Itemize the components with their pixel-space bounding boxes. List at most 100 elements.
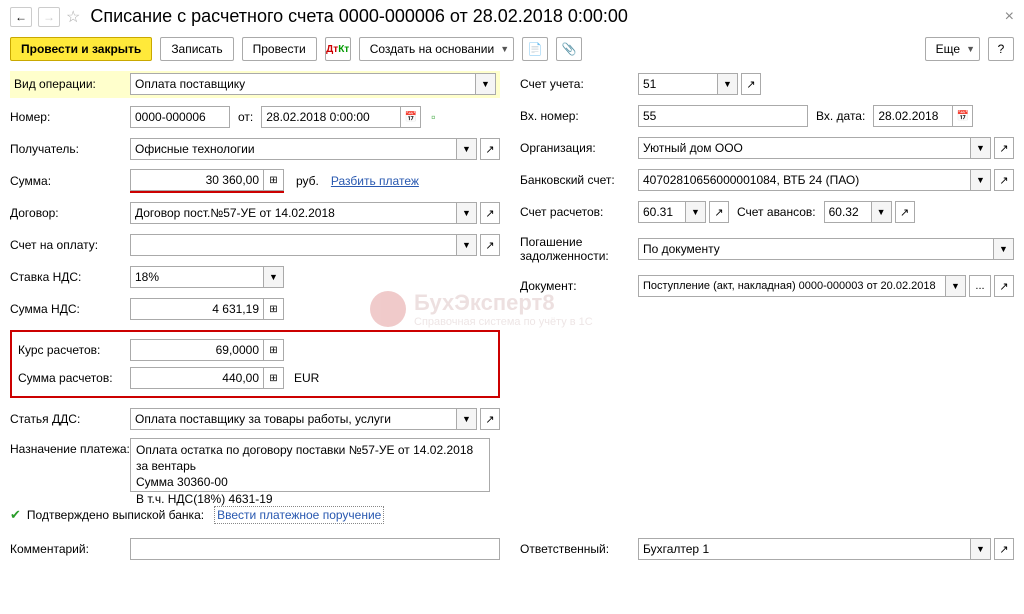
calculator-icon[interactable]: ⊞ xyxy=(264,169,284,191)
rate-label: Курс расчетов: xyxy=(18,343,130,357)
open-icon[interactable]: ↗ xyxy=(895,201,915,223)
split-payment-link[interactable]: Разбить платеж xyxy=(331,174,419,188)
save-button[interactable]: Записать xyxy=(160,37,233,61)
contract-label: Договор: xyxy=(10,206,130,220)
from-label: от: xyxy=(238,110,253,124)
responsible-label: Ответственный: xyxy=(520,542,638,556)
dropdown-arrow-icon[interactable]: ▼ xyxy=(971,137,991,159)
advance-acc-select[interactable]: 60.32 xyxy=(824,201,872,223)
calc-sum-label: Сумма расчетов: xyxy=(18,371,130,385)
org-select[interactable]: Уютный дом ООО xyxy=(638,137,971,159)
dt-kt-button[interactable]: ДтКт xyxy=(325,37,351,61)
checkbox-icon[interactable]: ✔ xyxy=(10,507,21,523)
dropdown-arrow-icon[interactable]: ▼ xyxy=(971,538,991,560)
doc-select[interactable]: Поступление (акт, накладная) 0000-000003… xyxy=(638,275,946,297)
open-icon[interactable]: ↗ xyxy=(994,169,1014,191)
dropdown-arrow-icon[interactable]: ▼ xyxy=(718,73,738,95)
open-icon[interactable]: ↗ xyxy=(994,538,1014,560)
attach-button[interactable]: 📎 xyxy=(556,37,582,61)
calc-sum-input[interactable]: 440,00 xyxy=(130,367,264,389)
status-icon: ▫ xyxy=(431,110,435,124)
contract-select[interactable]: Договор пост.№57-УЕ от 14.02.2018 xyxy=(130,202,457,224)
dropdown-arrow-icon[interactable]: ▼ xyxy=(994,238,1014,260)
invoice-select[interactable] xyxy=(130,234,457,256)
in-date-label: Вх. дата: xyxy=(816,109,865,123)
bank-acc-label: Банковский счет: xyxy=(520,173,638,187)
advance-acc-label: Счет авансов: xyxy=(737,205,816,219)
dropdown-arrow-icon[interactable]: ▼ xyxy=(457,202,477,224)
calendar-icon[interactable]: 📅 xyxy=(401,106,421,128)
in-number-label: Вх. номер: xyxy=(520,109,638,123)
print-button[interactable]: 📄 xyxy=(522,37,548,61)
in-date-input[interactable]: 28.02.2018 xyxy=(873,105,953,127)
submit-button[interactable]: Провести xyxy=(242,37,317,61)
open-icon[interactable]: ↗ xyxy=(480,202,500,224)
account-select[interactable]: 51 xyxy=(638,73,718,95)
enter-order-link[interactable]: Ввести платежное поручение xyxy=(214,506,384,524)
in-number-input[interactable]: 55 xyxy=(638,105,808,127)
purpose-label: Назначение платежа: xyxy=(10,438,130,456)
vat-sum-input[interactable]: 4 631,19 xyxy=(130,298,264,320)
open-icon[interactable]: ↗ xyxy=(741,73,761,95)
nav-forward-button[interactable]: → xyxy=(38,7,60,27)
invoice-label: Счет на оплату: xyxy=(10,238,130,252)
dropdown-arrow-icon[interactable]: ▼ xyxy=(872,201,892,223)
open-icon[interactable]: ↗ xyxy=(480,138,500,160)
calculator-icon[interactable]: ⊞ xyxy=(264,339,284,361)
chevron-down-icon: ▼ xyxy=(966,44,975,54)
date-input[interactable]: 28.02.2018 0:00:00 xyxy=(261,106,401,128)
account-label: Счет учета: xyxy=(520,77,638,91)
vat-rate-select[interactable]: 18% xyxy=(130,266,264,288)
dropdown-arrow-icon[interactable]: ▼ xyxy=(264,266,284,288)
create-based-button[interactable]: Создать на основании▼ xyxy=(359,37,514,61)
dropdown-arrow-icon[interactable]: ▼ xyxy=(971,169,991,191)
dropdown-arrow-icon[interactable]: ▼ xyxy=(457,408,477,430)
favorite-icon[interactable]: ☆ xyxy=(66,7,80,27)
page-title: Списание с расчетного счета 0000-000006 … xyxy=(90,6,628,27)
currency-label: руб. xyxy=(296,174,319,188)
nav-back-button[interactable]: ← xyxy=(10,7,32,27)
help-button[interactable]: ? xyxy=(988,37,1014,61)
dropdown-arrow-icon[interactable]: ▼ xyxy=(946,275,966,297)
settle-acc-label: Счет расчетов: xyxy=(520,205,638,219)
close-icon[interactable]: × xyxy=(1005,8,1014,26)
dds-select[interactable]: Оплата поставщику за товары работы, услу… xyxy=(130,408,457,430)
submit-close-button[interactable]: Провести и закрыть xyxy=(10,37,152,61)
dropdown-arrow-icon[interactable]: ▼ xyxy=(457,234,477,256)
open-icon[interactable]: ↗ xyxy=(480,408,500,430)
number-label: Номер: xyxy=(10,110,130,124)
sum-input[interactable]: 30 360,00 xyxy=(130,169,264,191)
bank-acc-select[interactable]: 40702810656000001084, ВТБ 24 (ПАО) xyxy=(638,169,971,191)
dds-label: Статья ДДС: xyxy=(10,412,130,426)
chevron-down-icon: ▼ xyxy=(500,44,509,54)
number-input[interactable]: 0000-000006 xyxy=(130,106,230,128)
op-type-select[interactable]: Оплата поставщику xyxy=(130,73,476,95)
responsible-select[interactable]: Бухгалтер 1 xyxy=(638,538,971,560)
vat-rate-label: Ставка НДС: xyxy=(10,270,130,284)
debt-select[interactable]: По документу xyxy=(638,238,994,260)
confirmed-label: Подтверждено выпиской банка: xyxy=(27,508,204,522)
doc-label: Документ: xyxy=(520,279,638,293)
calc-currency-label: EUR xyxy=(294,371,319,385)
calculator-icon[interactable]: ⊞ xyxy=(264,298,284,320)
org-label: Организация: xyxy=(520,141,638,155)
comment-label: Комментарий: xyxy=(10,542,130,556)
recipient-select[interactable]: Офисные технологии xyxy=(130,138,457,160)
dropdown-arrow-icon[interactable]: ▼ xyxy=(457,138,477,160)
open-icon[interactable]: ↗ xyxy=(480,234,500,256)
rate-input[interactable]: 69,0000 xyxy=(130,339,264,361)
calendar-icon[interactable]: 📅 xyxy=(953,105,973,127)
open-icon[interactable]: ↗ xyxy=(994,137,1014,159)
debt-label: Погашение задолженности: xyxy=(520,235,638,264)
dots-button[interactable]: ... xyxy=(969,275,991,297)
open-icon[interactable]: ↗ xyxy=(709,201,729,223)
open-icon[interactable]: ↗ xyxy=(994,275,1014,297)
more-button[interactable]: Еще▼ xyxy=(925,37,980,61)
calculator-icon[interactable]: ⊞ xyxy=(264,367,284,389)
dropdown-arrow-icon[interactable]: ▼ xyxy=(476,73,496,95)
sum-label: Сумма: xyxy=(10,174,130,188)
comment-input[interactable] xyxy=(130,538,500,560)
settle-acc-select[interactable]: 60.31 xyxy=(638,201,686,223)
purpose-textarea[interactable]: Оплата остатка по договору поставки №57-… xyxy=(130,438,490,492)
dropdown-arrow-icon[interactable]: ▼ xyxy=(686,201,706,223)
